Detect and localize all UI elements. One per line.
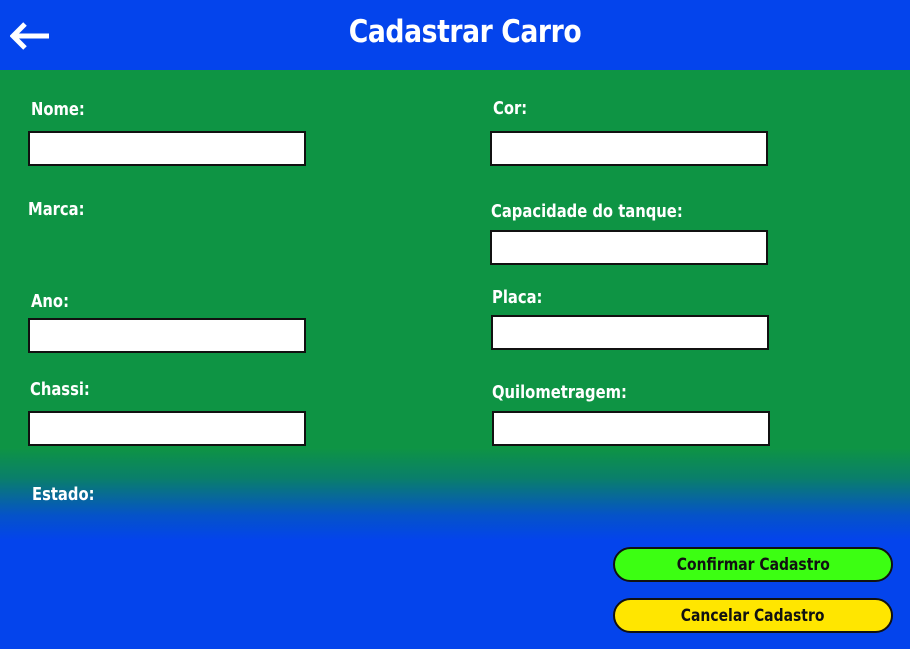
marca-label: Marca: (28, 199, 85, 220)
quilometragem-label: Quilometragem: (492, 382, 627, 403)
ano-label: Ano: (31, 291, 69, 312)
cancel-button[interactable]: Cancelar Cadastro (613, 598, 893, 633)
chassi-input[interactable] (28, 411, 306, 446)
header-bar: Cadastrar Carro (0, 0, 910, 70)
nome-input[interactable] (28, 131, 306, 166)
placa-input[interactable] (491, 315, 769, 350)
chassi-label: Chassi: (30, 379, 90, 400)
placa-label: Placa: (492, 287, 543, 308)
quilometragem-input[interactable] (492, 411, 770, 446)
nome-label: Nome: (31, 99, 85, 120)
ano-input[interactable] (28, 318, 306, 353)
capacidade-tanque-input[interactable] (490, 230, 768, 265)
capacidade-tanque-label: Capacidade do tanque: (491, 201, 683, 222)
estado-label: Estado: (32, 484, 95, 505)
confirm-button[interactable]: Confirmar Cadastro (613, 547, 893, 582)
cor-label: Cor: (493, 98, 528, 119)
cancel-button-label: Cancelar Cadastro (681, 605, 825, 626)
cor-input[interactable] (490, 131, 768, 166)
app-window: Cadastrar Carro Nome: Marca: Ano: Chassi… (0, 0, 910, 649)
back-button[interactable] (9, 22, 52, 50)
arrow-left-icon (9, 22, 49, 50)
confirm-button-label: Confirmar Cadastro (676, 554, 830, 575)
page-title: Cadastrar Carro (348, 14, 582, 50)
